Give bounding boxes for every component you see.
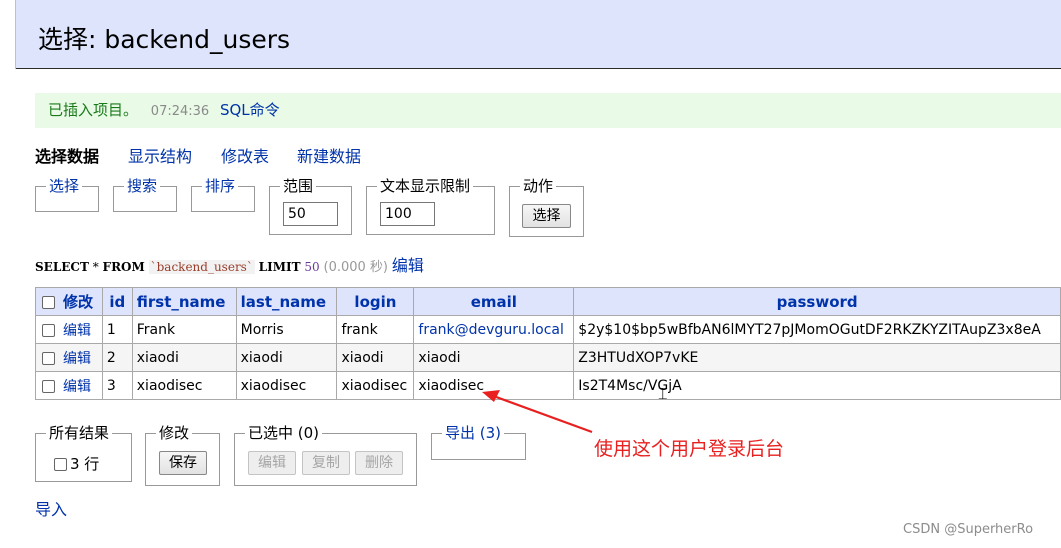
page-header: 选择: backend_users bbox=[16, 0, 1061, 69]
row-checkbox[interactable] bbox=[42, 379, 55, 393]
sql-from-keyword: FROM bbox=[102, 260, 145, 274]
cell-password: Z3HTUdXOP7vKE bbox=[573, 343, 1061, 372]
range-input[interactable]: 50 bbox=[283, 202, 338, 226]
rows-count-text: 3 行 bbox=[70, 455, 100, 473]
copy-selected-button[interactable]: 复制 bbox=[302, 451, 350, 475]
text-limit-input[interactable]: 100 bbox=[380, 202, 435, 226]
cell-email[interactable]: frank@devguru.local bbox=[413, 315, 575, 344]
delete-selected-button[interactable]: 删除 bbox=[355, 451, 403, 475]
table-row: 编辑 1 Frank Morris frank frank@devguru.local $2… bbox=[35, 315, 1061, 344]
cell-last-name: Morris bbox=[235, 315, 338, 344]
cell-password: $2y$10$bp5wBfbAN6lMYT27pJMomOGutDF2RKZKY… bbox=[573, 315, 1061, 344]
message-text: 已插入项目。 bbox=[48, 101, 139, 119]
sql-edit-link[interactable]: 编辑 bbox=[392, 256, 424, 275]
table-row: 编辑 2 xiaodi xiaodi xiaodi xiaodi Z3HTUdXOP7vKE bbox=[35, 343, 1061, 372]
import-link[interactable]: 导入 bbox=[35, 496, 67, 520]
sql-command-link[interactable]: SQL命令 bbox=[220, 101, 280, 119]
success-message: 已插入项目。 07:24:36 SQL命令 bbox=[35, 93, 1061, 128]
save-button[interactable]: 保存 bbox=[159, 451, 207, 475]
annotation-arrow-icon bbox=[482, 390, 593, 434]
modify-label: 修改 bbox=[159, 424, 190, 442]
cell-id: 1 bbox=[101, 315, 133, 344]
sql-limit-keyword: LIMIT bbox=[258, 260, 301, 274]
cell-email: xiaodi bbox=[413, 343, 575, 372]
page-title: 选择: backend_users bbox=[38, 25, 291, 54]
sql-table-name: `backend_users` bbox=[148, 260, 255, 274]
cell-last-name: xiaodisec bbox=[235, 371, 338, 400]
row-edit-link[interactable]: 编辑 bbox=[63, 351, 91, 367]
cell-select: 编辑 bbox=[35, 371, 103, 400]
cell-id: 2 bbox=[101, 343, 133, 372]
text-cursor-icon: ⌶ bbox=[658, 384, 668, 403]
sql-limit-number: 50 bbox=[304, 260, 320, 274]
column-header-id[interactable]: id bbox=[101, 287, 133, 316]
range-label: 范围 bbox=[283, 177, 314, 195]
column-header-password[interactable]: password bbox=[573, 287, 1061, 316]
select-all-checkbox[interactable] bbox=[42, 296, 55, 309]
cell-login: xiaodisec bbox=[336, 371, 415, 400]
sort-link[interactable]: 排序 bbox=[202, 178, 238, 194]
cell-login: frank bbox=[336, 315, 415, 344]
select-box: 选择 bbox=[35, 178, 99, 212]
search-box: 搜索 bbox=[113, 178, 177, 212]
column-header-email[interactable]: email bbox=[413, 287, 575, 316]
tab-select-data[interactable]: 选择数据 bbox=[35, 143, 99, 167]
cell-select: 编辑 bbox=[35, 315, 103, 344]
action-label: 动作 bbox=[523, 177, 554, 195]
sql-query-line: SELECT * FROM `backend_users` LIMIT 50 (… bbox=[35, 252, 424, 276]
sql-select-keyword: SELECT bbox=[35, 260, 89, 274]
sql-star: * bbox=[92, 260, 99, 274]
action-select-button[interactable]: 选择 bbox=[522, 204, 571, 228]
header-select-all[interactable]: 修改 bbox=[35, 287, 103, 316]
cell-first-name: xiaodi bbox=[131, 343, 237, 372]
annotation-text: 使用这个用户登录后台 bbox=[594, 438, 785, 460]
message-time: 07:24:36 bbox=[150, 104, 210, 119]
cell-first-name: xiaodisec bbox=[131, 371, 237, 400]
sql-timing: (0.000 秒) bbox=[323, 260, 389, 275]
text-limit-label: 文本显示限制 bbox=[380, 177, 471, 195]
cell-first-name: Frank bbox=[131, 315, 237, 344]
header-modify-label: 修改 bbox=[63, 293, 94, 311]
row-checkbox[interactable] bbox=[42, 323, 55, 337]
search-link[interactable]: 搜索 bbox=[124, 178, 160, 194]
row-edit-link[interactable]: 编辑 bbox=[63, 379, 91, 395]
tab-show-structure[interactable]: 显示结构 bbox=[128, 143, 192, 167]
tab-alter-table[interactable]: 修改表 bbox=[221, 143, 269, 167]
rows-checkbox[interactable] bbox=[54, 458, 67, 471]
watermark: CSDN @SuperherRo bbox=[903, 522, 1034, 537]
tab-new-item[interactable]: 新建数据 bbox=[297, 143, 361, 167]
row-edit-link[interactable]: 编辑 bbox=[63, 323, 91, 339]
cell-select: 编辑 bbox=[35, 343, 103, 372]
select-link[interactable]: 选择 bbox=[46, 178, 82, 194]
edit-selected-button[interactable]: 编辑 bbox=[248, 451, 296, 475]
cell-last-name: xiaodi bbox=[235, 343, 338, 372]
sort-box: 排序 bbox=[191, 178, 255, 212]
cell-login: xiaodi bbox=[336, 343, 415, 372]
column-header-first-name[interactable]: first_name bbox=[131, 287, 237, 316]
rows-count: 3 行 bbox=[54, 453, 99, 474]
all-results-label: 所有结果 bbox=[49, 424, 110, 442]
table-header-row: 修改 id first_name last_name login email p… bbox=[35, 287, 1061, 316]
row-checkbox[interactable] bbox=[42, 351, 55, 365]
column-header-last-name[interactable]: last_name bbox=[235, 287, 338, 316]
cell-id: 3 bbox=[101, 371, 133, 400]
selected-label: 已选中 (0) bbox=[248, 424, 320, 442]
column-header-login[interactable]: login bbox=[336, 287, 415, 316]
cell-password: Is2T4Msc/VGjA bbox=[573, 371, 1061, 400]
